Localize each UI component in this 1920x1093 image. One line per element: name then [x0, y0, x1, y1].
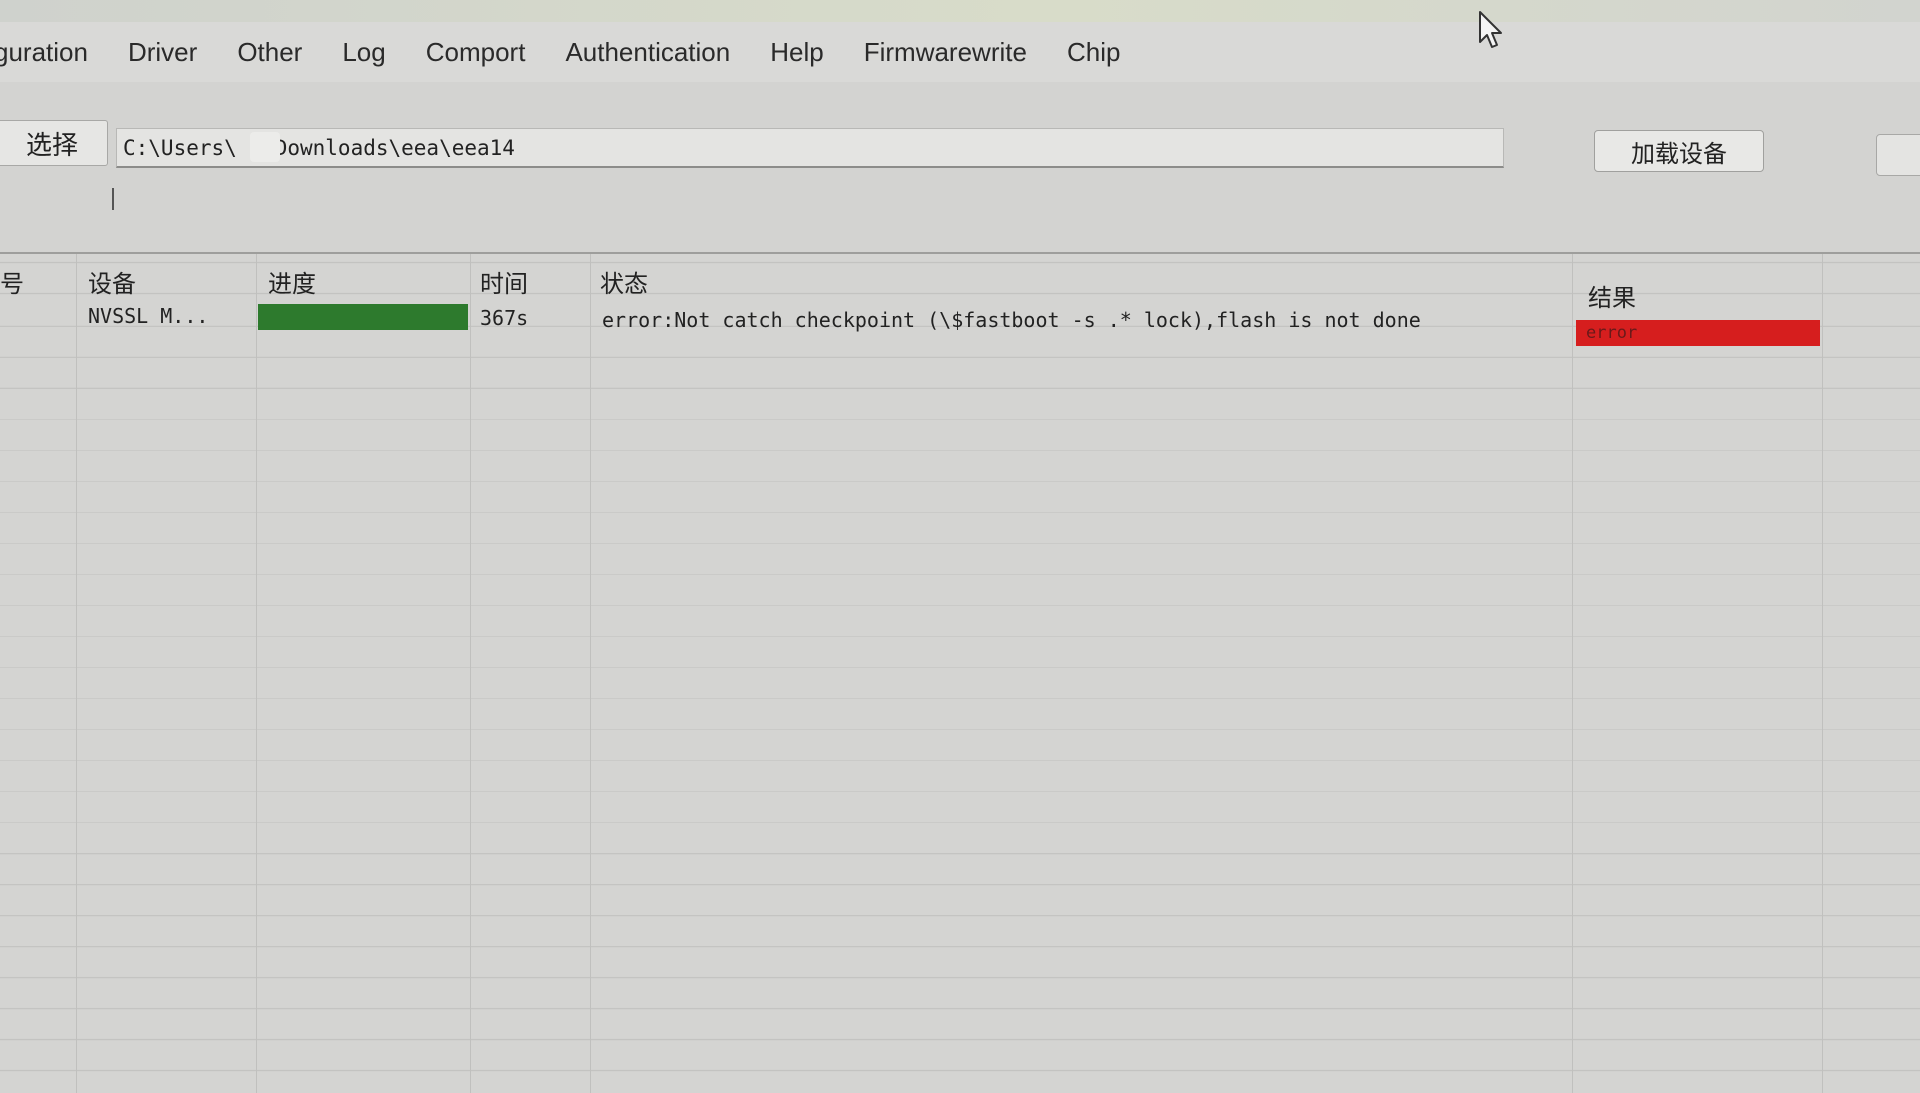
menu-other[interactable]: Other — [237, 37, 302, 68]
select-button[interactable]: 选择 — [0, 120, 108, 166]
row-progress-bar — [258, 304, 468, 330]
row-time: 367s — [480, 306, 529, 330]
menu-comport[interactable]: Comport — [426, 37, 526, 68]
toolbar: 选择 C:\Users\ .\Downloads\eea\eea14 加载设备 — [0, 82, 1920, 252]
redacted-username — [250, 132, 280, 162]
header-result[interactable]: 结果 — [1588, 278, 1636, 313]
row-result-badge: error — [1576, 320, 1820, 346]
column-divider — [470, 254, 471, 1093]
column-divider — [1572, 254, 1573, 1093]
menu-help[interactable]: Help — [770, 37, 823, 68]
menu-driver[interactable]: Driver — [128, 37, 197, 68]
column-divider — [256, 254, 257, 1093]
device-table: 号 设备 进度 时间 状态 结果 NVSSL M... 367s error:N… — [0, 252, 1920, 1093]
menu-log[interactable]: Log — [342, 37, 385, 68]
firmware-path-input[interactable]: C:\Users\ .\Downloads\eea\eea14 — [116, 128, 1504, 168]
header-time[interactable]: 时间 — [480, 264, 528, 299]
column-divider — [76, 254, 77, 1093]
header-index[interactable]: 号 — [0, 264, 24, 299]
text-caret — [112, 188, 114, 210]
load-device-button[interactable]: 加载设备 — [1594, 130, 1764, 172]
menu-firmwarewrite[interactable]: Firmwarewrite — [864, 37, 1027, 68]
offscreen-button[interactable] — [1876, 134, 1920, 176]
menu-chip[interactable]: Chip — [1067, 37, 1120, 68]
column-divider — [1822, 254, 1823, 1093]
header-device[interactable]: 设备 — [88, 264, 136, 299]
menu-configuration[interactable]: guration — [0, 37, 88, 68]
header-progress[interactable]: 进度 — [268, 264, 316, 299]
mouse-pointer-icon — [1478, 10, 1504, 54]
column-divider — [590, 254, 591, 1093]
row-device: NVSSL M... — [88, 304, 209, 328]
header-status[interactable]: 状态 — [600, 264, 648, 299]
menu-authentication[interactable]: Authentication — [565, 37, 730, 68]
menu-bar: guration Driver Other Log Comport Authen… — [0, 22, 1920, 82]
row-status: error:Not catch checkpoint (\$fastboot -… — [602, 308, 1421, 332]
